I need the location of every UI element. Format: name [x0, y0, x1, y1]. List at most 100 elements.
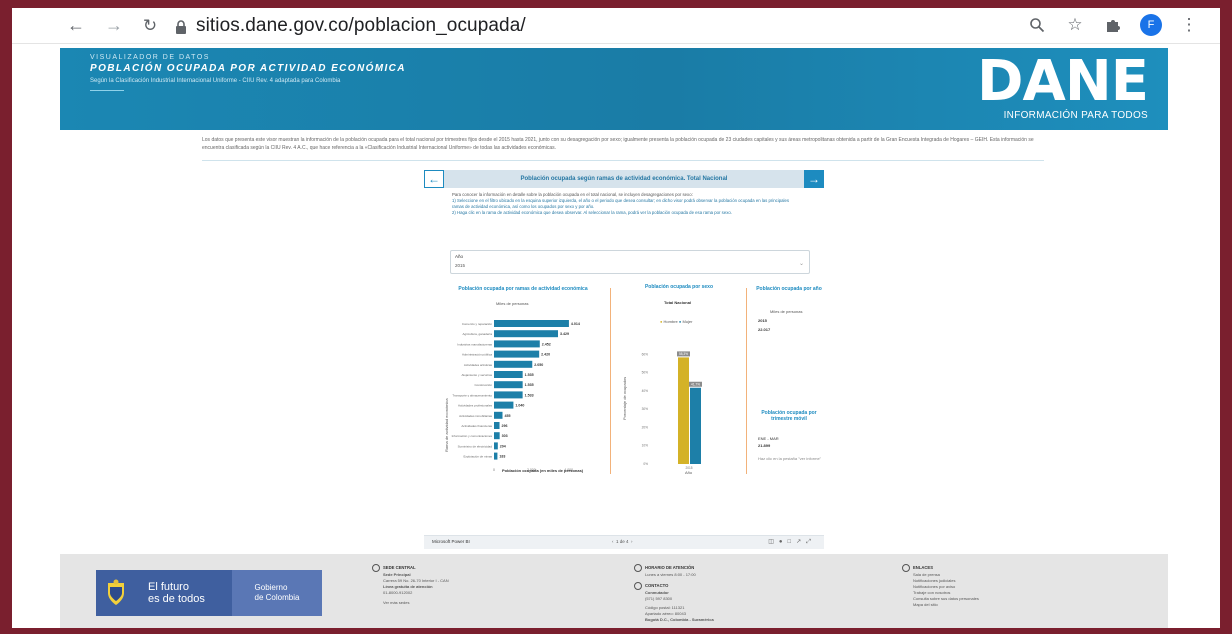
category-label: Actividades inmobiliarias — [459, 414, 492, 418]
gov-name-line: Gobierno — [254, 583, 288, 592]
site-footer: El futuro es de todos Gobierno de Colomb… — [60, 554, 1168, 628]
year-card-title: Población ocupada por año — [756, 286, 822, 292]
powerbi-brand[interactable]: Microsoft Power BI — [432, 539, 470, 544]
banner-subtitle: Según la Clasificación Industrial Intern… — [90, 78, 341, 84]
category-label: Alojamiento y servicios — [461, 373, 492, 377]
year-filter-value[interactable]: 2015 — [455, 263, 465, 268]
bookmark-star-icon[interactable]: ☆ — [1064, 14, 1086, 36]
year-filter-label: Año — [455, 254, 464, 259]
report-title: Población ocupada según ramas de activid… — [520, 176, 728, 182]
instructions: Para conocer la información en detalle s… — [452, 192, 802, 216]
bar[interactable] — [690, 387, 701, 464]
bar[interactable] — [494, 320, 569, 327]
lock-icon[interactable] — [174, 18, 188, 34]
link-icon — [902, 564, 910, 572]
footer-heading: CONTACTO — [645, 583, 669, 589]
phone-icon — [634, 582, 642, 590]
column-divider — [610, 288, 611, 474]
prev-page-icon[interactable]: ← — [424, 170, 444, 188]
data-label: 303 — [502, 434, 508, 438]
gov-logo[interactable]: El futuro es de todos Gobierno de Colomb… — [96, 570, 322, 616]
footer-col-sede: SEDE CENTRAL Sede Principal Carrera 59 N… — [372, 564, 532, 606]
year-card-value: 22.017 — [758, 327, 771, 332]
footer-line: 01-8000-912002 — [383, 590, 413, 595]
browser-toolbar: ← → ↻ sitios.dane.gov.co/poblacion_ocupa… — [12, 8, 1220, 44]
bar[interactable] — [494, 381, 523, 389]
sex-x-label: Año — [685, 470, 693, 475]
gov-slogan-line: es de todos — [148, 593, 205, 605]
data-label: 455 — [504, 414, 510, 418]
next-page-icon[interactable]: → — [804, 170, 824, 188]
location-icon — [372, 564, 380, 572]
data-label: 183 — [499, 455, 505, 459]
banner-kicker: VISUALIZADOR DE DATOS — [90, 54, 210, 61]
data-label: 3.429 — [560, 332, 569, 336]
category-label: Suministro de electricidad — [458, 444, 493, 448]
category-label: Explotación de minas — [463, 455, 492, 459]
address-bar[interactable]: sitios.dane.gov.co/poblacion_ocupada/ — [196, 15, 526, 37]
coat-of-arms-icon — [108, 579, 124, 605]
bar[interactable] — [494, 401, 514, 409]
column-divider — [746, 288, 747, 474]
footer-link[interactable]: Mapa del sitio — [913, 602, 1052, 608]
reload-icon[interactable]: ↻ — [138, 14, 162, 38]
bar[interactable] — [494, 330, 559, 338]
y-tick-label: 30% — [642, 407, 649, 411]
bar[interactable] — [494, 340, 540, 348]
bar[interactable] — [494, 452, 498, 460]
footer-link[interactable]: Ver más sedes — [383, 600, 532, 606]
share-tools-icons[interactable]: ◫●□↗⤢ — [768, 538, 816, 546]
data-label: 2.452 — [542, 342, 551, 346]
data-label: 296 — [502, 424, 508, 428]
branch-bar-chart[interactable]: 0 2.000 4.000Comercio y reparación 4.014Agr… — [430, 308, 612, 488]
bar[interactable] — [494, 360, 533, 368]
sex-chart-title: Población ocupada por sexo — [644, 284, 714, 290]
bar[interactable] — [494, 391, 523, 399]
bar[interactable] — [494, 350, 540, 358]
category-label: Información y comunicaciones — [452, 434, 493, 438]
powerbi-report: Población ocupada según ramas de activid… — [424, 170, 824, 475]
branch-y-label: Rama de actividad económica — [444, 398, 449, 452]
bar[interactable] — [494, 442, 498, 450]
bar[interactable] — [494, 371, 523, 378]
y-tick-label: 60% — [642, 352, 649, 356]
instruction-line: 1) Seleccione en el filtro ubicado en la… — [452, 198, 790, 209]
footer-line: (571) 597 8300 — [645, 596, 673, 601]
bar[interactable] — [494, 422, 500, 429]
footer-line: Bogotá D.C., Colombia - Suramérica — [645, 617, 714, 622]
sex-y-label: Porcentaje de ocupados — [622, 376, 627, 420]
menu-dots-icon[interactable]: ⋮ — [1178, 14, 1200, 36]
page-indicator: 1 de 4 — [616, 539, 629, 544]
y-tick-label: 20% — [642, 425, 649, 429]
extensions-puzzle-icon[interactable] — [1102, 14, 1124, 36]
powerbi-toolbar: Microsoft Power BI ‹ 1 de 4 › ◫●□↗⤢ — [424, 535, 824, 549]
clock-icon — [634, 564, 642, 572]
branch-chart-title: Población ocupada por ramas de actividad… — [458, 286, 588, 292]
forward-icon[interactable]: → — [102, 14, 126, 38]
header-banner: VISUALIZADOR DE DATOS POBLACIÓN OCUPADA … — [60, 48, 1168, 130]
divider — [202, 160, 1044, 161]
chevron-down-icon[interactable]: ⌄ — [799, 260, 804, 267]
page-navigator[interactable]: ‹ 1 de 4 › — [612, 539, 633, 544]
dane-logo[interactable]: DANE — [977, 52, 1149, 112]
sex-bar-chart[interactable]: 0%10%20%30%40%50%60% 58,3%41,7%2015 — [620, 322, 730, 472]
year-card-label: 2015 — [758, 318, 767, 323]
category-label: Actividades financieras — [461, 424, 492, 428]
quarter-card-title: Población ocupada por trimestre móvil — [761, 410, 817, 422]
bar[interactable] — [494, 411, 503, 419]
y-tick-label: 10% — [642, 444, 649, 448]
bar[interactable] — [678, 357, 689, 464]
back-icon[interactable]: ← — [64, 14, 88, 38]
year-filter[interactable]: Año 2015 ⌄ — [450, 250, 810, 274]
zoom-icon[interactable] — [1026, 14, 1048, 36]
profile-avatar[interactable]: F — [1140, 14, 1162, 36]
bar[interactable] — [494, 432, 500, 440]
gov-name-line: de Colombia — [254, 593, 300, 602]
gov-slogan-line: El futuro — [148, 581, 189, 593]
data-label: 4.014 — [571, 322, 580, 326]
category-label: Industrias manufactureras — [457, 342, 492, 346]
data-label: 2.050 — [534, 363, 543, 367]
year-card-subtitle: Miles de personas — [770, 309, 803, 314]
footer-line: Lunes a viernes 8:00 - 17:00 — [645, 572, 696, 577]
banner-title: POBLACIÓN OCUPADA POR ACTIVIDAD ECONÓMIC… — [90, 63, 406, 74]
